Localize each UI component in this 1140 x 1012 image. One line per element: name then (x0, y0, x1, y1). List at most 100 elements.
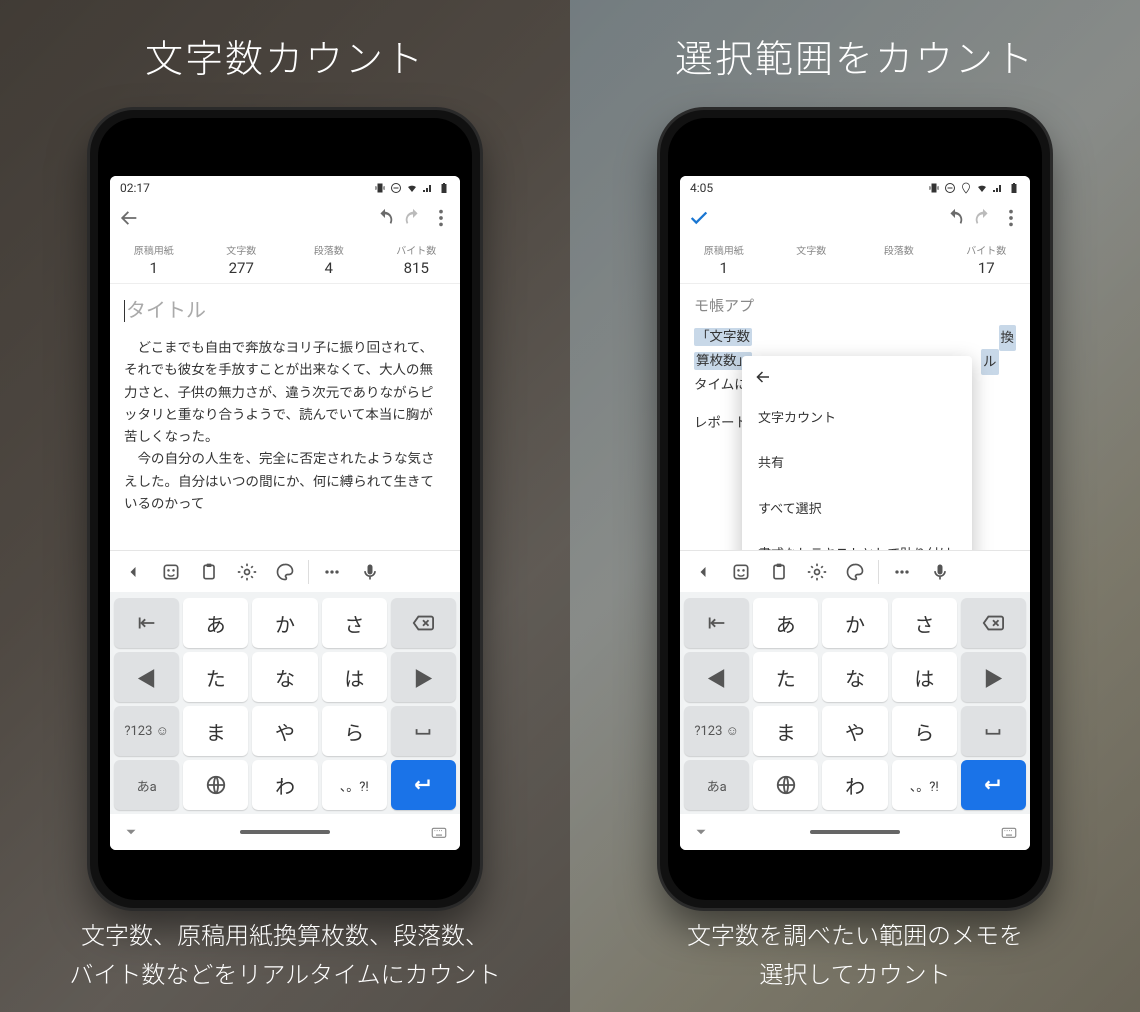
more-button[interactable] (1000, 207, 1022, 233)
keyboard-key[interactable] (961, 706, 1026, 756)
body-paragraph: どこまでも自由で奔放なヨリ子に振り回されて、それでも彼女を手放すことが出来なくて… (124, 337, 446, 448)
status-bar: 4:05 (680, 176, 1030, 200)
keyboard-switch-icon[interactable] (430, 823, 448, 841)
dnd-icon (390, 182, 402, 194)
keyboard-key[interactable]: あ (183, 598, 248, 648)
redo-button[interactable] (402, 207, 424, 233)
keyboard-key[interactable]: ▶ (961, 652, 1026, 702)
stat-bytes: バイト数17 (943, 240, 1031, 283)
kb-mic-button[interactable] (923, 555, 957, 589)
more-button[interactable] (430, 207, 452, 233)
kb-more-button[interactable] (885, 555, 919, 589)
title-input[interactable]: タイトル (124, 294, 446, 327)
keyboard-key[interactable]: あ (753, 598, 818, 648)
keyboard-key[interactable]: さ (892, 598, 957, 648)
keyboard-key[interactable] (391, 598, 456, 648)
keyboard-key[interactable]: な (822, 652, 887, 702)
keyboard-key[interactable]: は (322, 652, 387, 702)
keyboard-key[interactable]: わ (252, 760, 317, 810)
keyboard-key[interactable] (391, 760, 456, 810)
keyboard-key[interactable]: わ (822, 760, 887, 810)
undo-button[interactable] (944, 207, 966, 233)
keyboard-key[interactable]: や (822, 706, 887, 756)
keyboard-key[interactable]: あa (684, 760, 749, 810)
signal-icon (992, 182, 1004, 194)
space-icon (982, 720, 1004, 742)
nav-pill-icon[interactable] (240, 830, 330, 834)
context-menu-item-paste-plain[interactable]: 書式なしテキストとして貼り付け (742, 532, 972, 550)
keyboard-key[interactable] (961, 598, 1026, 648)
editor-area[interactable]: タイトル どこまでも自由で奔放なヨリ子に振り回されて、それでも彼女を手放すことが… (110, 284, 460, 550)
kb-collapse-button[interactable] (116, 555, 150, 589)
keyboard-switch-icon[interactable] (1000, 823, 1018, 841)
status-icons (928, 182, 1020, 194)
headline-left: 文字数カウント (145, 28, 425, 83)
chevron-left-icon (693, 562, 713, 582)
keyboard-key[interactable]: は (892, 652, 957, 702)
gear-icon (237, 562, 257, 582)
more-vert-icon (430, 207, 452, 229)
keyboard-key[interactable]: ?123 ☺ (114, 706, 179, 756)
keyboard-key[interactable] (684, 598, 749, 648)
keyboard-key[interactable]: ら (892, 706, 957, 756)
redo-button[interactable] (972, 207, 994, 233)
kb-more-button[interactable] (315, 555, 349, 589)
mic-icon (930, 562, 950, 582)
keyboard-key[interactable]: ま (753, 706, 818, 756)
keyboard-key[interactable]: 、。?! (892, 760, 957, 810)
keyboard-key[interactable] (183, 760, 248, 810)
keyboard-key[interactable]: や (252, 706, 317, 756)
keyboard-key[interactable]: か (252, 598, 317, 648)
phone-frame-right: 4:05 (660, 110, 1050, 908)
keyboard-key[interactable]: あa (114, 760, 179, 810)
mic-icon (360, 562, 380, 582)
keyboard-key[interactable] (391, 706, 456, 756)
keyboard-key[interactable]: ◀ (684, 652, 749, 702)
context-menu-back[interactable] (742, 362, 972, 396)
keyboard-suggestion-bar (680, 550, 1030, 592)
editor-area[interactable]: モ帳アプ 「文字数 換 算枚数」 ル タイムに レポートや原稿の下書き用紙枚数に… (680, 284, 1030, 550)
kb-palette-button[interactable] (838, 555, 872, 589)
keyboard-key[interactable]: ?123 ☺ (684, 706, 749, 756)
keyboard-key[interactable]: な (252, 652, 317, 702)
kb-clipboard-button[interactable] (192, 555, 226, 589)
nav-pill-icon[interactable] (810, 830, 900, 834)
keyboard-key[interactable]: ◀ (114, 652, 179, 702)
context-menu-item-share[interactable]: 共有 (742, 441, 972, 486)
kb-clipboard-button[interactable] (762, 555, 796, 589)
kb-settings-button[interactable] (800, 555, 834, 589)
kb-settings-button[interactable] (230, 555, 264, 589)
keyboard-key[interactable]: ▶ (391, 652, 456, 702)
keyboard-key[interactable]: た (753, 652, 818, 702)
chevron-down-icon[interactable] (692, 823, 710, 841)
divider (308, 560, 309, 584)
subline-left: 文字数、原稿用紙換算枚数、段落数、 バイト数などをリアルタイムにカウント (0, 915, 570, 992)
keyboard-key[interactable]: ま (183, 706, 248, 756)
keyboard-key[interactable] (961, 760, 1026, 810)
keyboard-key[interactable]: 、。?! (322, 760, 387, 810)
kb-sticker-button[interactable] (724, 555, 758, 589)
kb-palette-button[interactable] (268, 555, 302, 589)
kb-collapse-button[interactable] (686, 555, 720, 589)
app-toolbar (680, 200, 1030, 240)
keyboard-key[interactable]: か (822, 598, 887, 648)
kb-mic-button[interactable] (353, 555, 387, 589)
keyboard-key[interactable]: ら (322, 706, 387, 756)
keyboard-key[interactable]: た (183, 652, 248, 702)
gear-icon (807, 562, 827, 582)
back-button[interactable] (118, 207, 140, 233)
vibrate-icon (928, 182, 940, 194)
context-menu-item-charcount[interactable]: 文字カウント (742, 396, 972, 441)
keyboard-suggestion-bar (110, 550, 460, 592)
keyboard-key[interactable] (114, 598, 179, 648)
keyboard-key[interactable]: さ (322, 598, 387, 648)
kb-sticker-button[interactable] (154, 555, 188, 589)
stat-bytes: バイト数815 (373, 240, 461, 283)
undo-button[interactable] (374, 207, 396, 233)
confirm-button[interactable] (688, 207, 710, 233)
status-bar: 02:17 (110, 176, 460, 200)
location-icon (960, 182, 972, 194)
keyboard-key[interactable] (753, 760, 818, 810)
context-menu-item-selectall[interactable]: すべて選択 (742, 487, 972, 532)
chevron-down-icon[interactable] (122, 823, 140, 841)
